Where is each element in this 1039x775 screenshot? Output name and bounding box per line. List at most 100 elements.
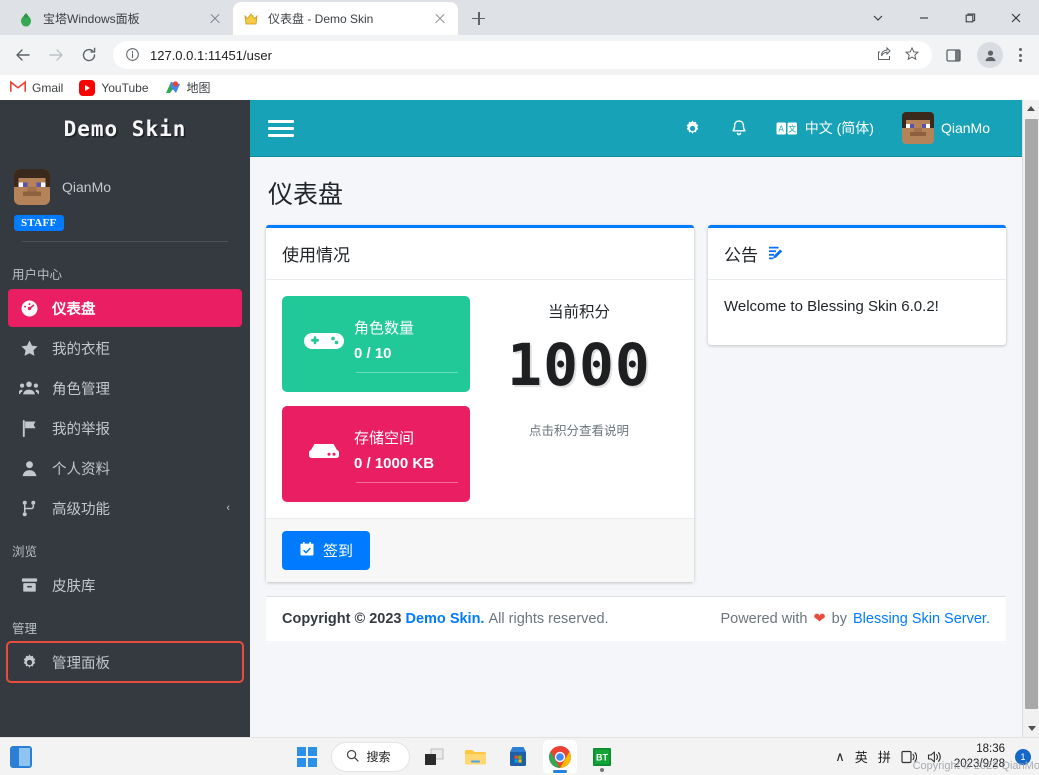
- sidebar-item-skinlib[interactable]: 皮肤库: [8, 566, 242, 604]
- players-box-value: 0 / 10: [354, 344, 392, 362]
- navbar-language-button[interactable]: A 文 中文 (简体): [762, 100, 888, 157]
- tab-strip: 宝塔Windows面板 仪表盘 - Demo Skin: [0, 0, 1039, 35]
- footer-engine-link[interactable]: Blessing Skin Server.: [853, 611, 990, 627]
- sidebar-item-profile[interactable]: 个人资料: [8, 449, 242, 487]
- reload-icon[interactable]: [74, 40, 104, 70]
- taskbar-center: 搜索 BT: [120, 739, 789, 774]
- browser-tab-1[interactable]: 宝塔Windows面板: [8, 2, 233, 35]
- browser-menu-icon[interactable]: [1009, 42, 1031, 68]
- sign-in-button[interactable]: 签到: [282, 531, 371, 570]
- browser-tab-2[interactable]: 仪表盘 - Demo Skin: [233, 2, 458, 35]
- window-controls: [855, 0, 1039, 35]
- close-icon[interactable]: [432, 11, 448, 27]
- navbar-notifications-button[interactable]: [716, 100, 762, 157]
- taskbar-search[interactable]: 搜索: [332, 742, 409, 771]
- bookmark-maps[interactable]: 地图: [165, 79, 211, 96]
- footer-copyright-prefix: Copyright © 2023: [282, 611, 402, 627]
- sidebar-item-label: 仪表盘: [52, 301, 96, 318]
- navbar-language-label: 中文 (简体): [804, 120, 874, 136]
- sitemap-icon: [18, 498, 40, 518]
- clock-time: 18:36: [976, 743, 1005, 756]
- page-scrollbar[interactable]: [1022, 100, 1039, 737]
- close-icon[interactable]: [993, 2, 1039, 34]
- bookmarks-bar: Gmail YouTube 地图: [0, 75, 1039, 100]
- announcement-card: 公告 Welcome to Blessing Skin 6.0.2!: [708, 225, 1006, 345]
- ime-mode-indicator[interactable]: 拼: [878, 747, 891, 766]
- usage-card-title: 使用情况: [282, 246, 350, 265]
- browser-toolbar: 127.0.0.1:11451/user: [0, 35, 1039, 75]
- players-box-label: 角色数量: [354, 319, 415, 337]
- windows-taskbar: 搜索 BT ∧ 英 拼 18:36 2023/9/28 1 Copyright …: [0, 737, 1039, 775]
- omnibox-actions: [876, 46, 920, 65]
- bookmark-star-icon[interactable]: [904, 46, 920, 65]
- tray-chevron-up-icon[interactable]: ∧: [835, 749, 845, 765]
- scrollbar-thumb[interactable]: [1025, 119, 1038, 709]
- navbar-user-menu[interactable]: QianMo: [888, 100, 1004, 157]
- side-panel-icon[interactable]: [938, 40, 968, 70]
- storage-box[interactable]: 存储空间 0 / 1000 KB: [282, 406, 470, 502]
- sidebar-item-advanced[interactable]: 高级功能 ‹: [8, 489, 242, 527]
- sidebar-item-label: 我的举报: [52, 421, 110, 438]
- cards-row: 使用情况 角色数量 0 / 10 存储空间 0 / 1000 KB 当前积分 1…: [266, 225, 1006, 582]
- status-badge: STAFF: [14, 215, 64, 231]
- windows-start-icon[interactable]: [290, 740, 324, 774]
- sidebar-item-label: 管理面板: [52, 655, 110, 672]
- sidebar-nav-admin: 管理面板: [0, 641, 250, 683]
- crown-icon: [243, 11, 259, 27]
- sidebar-item-label: 角色管理: [52, 381, 110, 398]
- ime-language-indicator[interactable]: 英: [855, 747, 868, 766]
- usage-card: 使用情况 角色数量 0 / 10 存储空间 0 / 1000 KB 当前积分 1…: [266, 225, 694, 582]
- bt-panel-icon[interactable]: BT: [585, 740, 619, 774]
- sidebar-item-players[interactable]: 角色管理: [8, 369, 242, 407]
- url-text: 127.0.0.1:11451/user: [150, 47, 272, 63]
- score-label: 当前积分: [547, 304, 610, 321]
- bell-icon: [730, 119, 748, 138]
- maximize-icon[interactable]: [947, 2, 993, 34]
- usage-card-footer: 签到: [266, 518, 694, 582]
- sidebar-item-dashboard[interactable]: 仪表盘: [8, 289, 242, 327]
- edit-icon[interactable]: [767, 245, 785, 263]
- bookmark-gmail[interactable]: Gmail: [10, 79, 63, 96]
- sidebar-item-label: 皮肤库: [52, 578, 96, 595]
- minimize-icon[interactable]: [901, 2, 947, 34]
- sidebar-item-admin-panel[interactable]: 管理面板: [6, 641, 244, 683]
- score-column: 当前积分 1000 点击积分查看说明: [480, 296, 678, 502]
- heart-icon: ❤: [813, 611, 826, 627]
- microsoft-store-icon[interactable]: [501, 740, 535, 774]
- bookmark-youtube[interactable]: YouTube: [79, 79, 149, 96]
- close-icon[interactable]: [207, 11, 223, 27]
- sidebar-user-row[interactable]: QianMo: [14, 169, 236, 205]
- tab-search-chevron-down-icon[interactable]: [855, 2, 901, 34]
- back-icon[interactable]: [8, 40, 38, 70]
- sidebar-brand[interactable]: Demo Skin: [0, 100, 250, 157]
- sign-in-button-label: 签到: [323, 543, 354, 560]
- file-explorer-icon[interactable]: [459, 740, 493, 774]
- profile-avatar[interactable]: [977, 42, 1003, 68]
- chrome-icon[interactable]: [542, 739, 577, 774]
- app-sidebar: Demo Skin QianMo STAFF 用户中心 仪表盘 我的衣柜 角色管…: [0, 100, 250, 737]
- hamburger-icon[interactable]: [268, 119, 294, 137]
- sidebar-item-reports[interactable]: 我的举报: [8, 409, 242, 447]
- bt-panel-icon: [18, 11, 34, 27]
- scroll-up-icon[interactable]: [1023, 100, 1039, 117]
- task-view-icon[interactable]: [417, 740, 451, 774]
- forward-icon[interactable]: [41, 40, 71, 70]
- gear-icon: [683, 119, 702, 138]
- sidebar-item-closet[interactable]: 我的衣柜: [8, 329, 242, 367]
- widgets-icon[interactable]: [10, 745, 32, 768]
- footer-rights: All rights reserved.: [488, 611, 609, 627]
- players-count-box[interactable]: 角色数量 0 / 10: [282, 296, 470, 392]
- storage-box-label: 存储空间: [354, 429, 415, 447]
- address-bar[interactable]: 127.0.0.1:11451/user: [113, 41, 932, 69]
- announcement-title-text: 公告: [724, 246, 758, 265]
- share-icon[interactable]: [876, 46, 892, 65]
- sidebar-nav-browse: 皮肤库: [0, 566, 250, 606]
- footer-site-link[interactable]: Demo Skin.: [406, 611, 485, 627]
- taskbar-left: [0, 745, 120, 768]
- toolbar-right: [938, 40, 1031, 70]
- navbar-settings-button[interactable]: [669, 100, 716, 157]
- new-tab-button[interactable]: [464, 4, 492, 32]
- scroll-down-icon[interactable]: [1023, 720, 1039, 737]
- page-viewport: Demo Skin QianMo STAFF 用户中心 仪表盘 我的衣柜 角色管…: [0, 100, 1039, 737]
- score-value[interactable]: 1000: [480, 328, 678, 394]
